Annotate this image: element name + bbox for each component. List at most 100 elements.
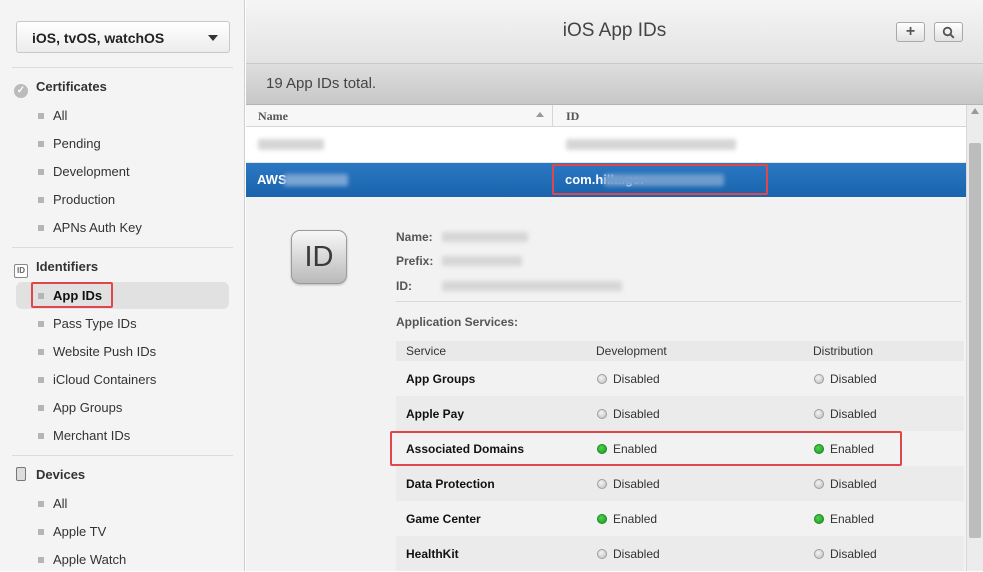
- status-text: Disabled: [830, 407, 877, 421]
- service-row: Apple Pay Disabled Disabled: [396, 396, 964, 431]
- section-identifiers: ID Identifiers: [14, 259, 98, 279]
- table-row[interactable]: [246, 127, 966, 163]
- sidebar-item-label: Development: [53, 164, 130, 179]
- sidebar-item-icloud-containers[interactable]: iCloud Containers: [30, 368, 230, 392]
- status-off-icon: [814, 479, 824, 489]
- name-label: Name:: [396, 230, 433, 244]
- bullet-icon: [38, 321, 44, 327]
- app-id-icon: ID: [291, 230, 347, 284]
- sidebar-item-website-push-ids[interactable]: Website Push IDs: [30, 340, 230, 364]
- services-title: Application Services:: [396, 315, 519, 329]
- sidebar-item-label: Pending: [53, 136, 101, 151]
- divider: [12, 67, 233, 68]
- status-text: Disabled: [830, 547, 877, 561]
- scrollbar[interactable]: [966, 105, 983, 571]
- sidebar-item-pass-type-ids[interactable]: Pass Type IDs: [30, 312, 230, 336]
- sidebar-item-label: Apple TV: [53, 524, 107, 539]
- development-status: Enabled: [597, 512, 657, 526]
- certificate-icon: ✓: [14, 84, 28, 98]
- column-divider: [552, 105, 553, 127]
- distribution-status: Enabled: [814, 512, 874, 526]
- distribution-status: Disabled: [814, 372, 877, 386]
- divider: [396, 301, 961, 302]
- bullet-icon: [38, 141, 44, 147]
- sidebar-item-certificates-all[interactable]: All: [30, 104, 230, 128]
- status-text: Disabled: [830, 477, 877, 491]
- id-label: ID:: [396, 279, 412, 293]
- service-row: HealthKit Disabled Disabled: [396, 536, 964, 571]
- bullet-icon: [38, 169, 44, 175]
- redacted-prefix-value: [442, 256, 522, 266]
- redacted-id: [604, 174, 724, 186]
- status-off-icon: [597, 549, 607, 559]
- bullet-icon: [38, 405, 44, 411]
- search-button[interactable]: [934, 22, 963, 42]
- development-status: Disabled: [597, 407, 660, 421]
- column-header-development: Development: [596, 344, 667, 358]
- sidebar-item-apple-watch[interactable]: Apple Watch: [30, 548, 230, 572]
- section-title: Identifiers: [36, 259, 99, 274]
- sidebar-item-production[interactable]: Production: [30, 188, 230, 212]
- status-off-icon: [597, 409, 607, 419]
- sidebar-item-label: App IDs: [53, 288, 103, 303]
- development-status: Disabled: [597, 547, 660, 561]
- sidebar-item-merchant-ids[interactable]: Merchant IDs: [30, 424, 230, 448]
- bullet-icon: [38, 293, 44, 299]
- distribution-status: Disabled: [814, 547, 877, 561]
- status-on-icon: [597, 514, 607, 524]
- scroll-up-icon[interactable]: [971, 108, 979, 114]
- table-header: Name ID: [246, 105, 966, 127]
- sidebar-item-apns-auth-key[interactable]: APNs Auth Key: [30, 216, 230, 240]
- service-name: App Groups: [406, 372, 476, 386]
- sidebar-item-pending[interactable]: Pending: [30, 132, 230, 156]
- sidebar-item-label: Apple Watch: [53, 552, 127, 567]
- status-text: Enabled: [830, 442, 875, 456]
- platform-select-label: iOS, tvOS, watchOS: [32, 30, 165, 46]
- bullet-icon: [38, 377, 44, 383]
- redacted-name-value: [442, 232, 528, 242]
- table-row-selected[interactable]: AWS com.hill...ger: [246, 163, 966, 197]
- distribution-status: Disabled: [814, 477, 877, 491]
- bullet-icon: [38, 501, 44, 507]
- sidebar-item-development[interactable]: Development: [30, 160, 230, 184]
- redacted-id-value: [442, 281, 622, 291]
- service-name: Data Protection: [406, 477, 495, 491]
- status-text: Disabled: [830, 372, 877, 386]
- service-name: Game Center: [406, 512, 481, 526]
- status-on-icon: [814, 514, 824, 524]
- platform-select[interactable]: iOS, tvOS, watchOS: [16, 21, 230, 53]
- column-header-service: Service: [406, 344, 447, 358]
- redacted-name: [284, 174, 348, 186]
- status-on-icon: [814, 444, 824, 454]
- prefix-label: Prefix:: [396, 254, 434, 268]
- status-text: Enabled: [830, 512, 875, 526]
- services-table-header: Service Development Distribution: [396, 341, 964, 361]
- device-icon: [16, 467, 26, 481]
- status-text: Disabled: [613, 477, 660, 491]
- column-header-id[interactable]: ID: [566, 109, 579, 124]
- column-header-name[interactable]: Name: [258, 109, 288, 124]
- sidebar-item-app-groups[interactable]: App Groups: [30, 396, 230, 420]
- status-text: Enabled: [613, 512, 658, 526]
- status-text: Disabled: [613, 547, 660, 561]
- bullet-icon: [38, 433, 44, 439]
- column-header-distribution: Distribution: [813, 344, 874, 358]
- sidebar-item-label: APNs Auth Key: [53, 220, 142, 235]
- sidebar-item-label: Website Push IDs: [53, 344, 157, 359]
- service-name: Associated Domains: [406, 442, 525, 456]
- search-icon: [942, 26, 955, 39]
- bullet-icon: [38, 349, 44, 355]
- bullet-icon: [38, 197, 44, 203]
- scrollbar-thumb[interactable]: [969, 143, 981, 538]
- sidebar-item-label: iCloud Containers: [53, 372, 157, 387]
- service-row: Game Center Enabled Enabled: [396, 501, 964, 536]
- sidebar-item-apple-tv[interactable]: Apple TV: [30, 520, 230, 544]
- section-title: Devices: [36, 467, 86, 482]
- row-name: AWS: [257, 172, 287, 187]
- status-off-icon: [814, 374, 824, 384]
- app-id-count: 19 App IDs total.: [266, 75, 377, 92]
- sidebar-item-devices-all[interactable]: All: [30, 492, 230, 516]
- sidebar-item-app-ids[interactable]: App IDs: [16, 282, 229, 309]
- add-button[interactable]: +: [896, 22, 925, 42]
- redacted-id: [566, 139, 736, 150]
